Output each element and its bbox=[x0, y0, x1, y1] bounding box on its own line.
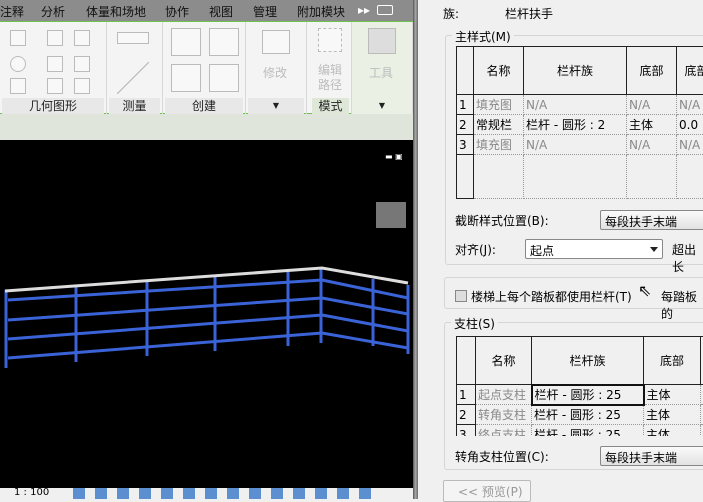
family-label: 族: bbox=[443, 5, 459, 22]
per-tread-label: 每踏板的 bbox=[661, 288, 703, 322]
corner-post-dropdown[interactable]: 每段扶手末端 bbox=[600, 446, 703, 466]
panel-measure: 测量 bbox=[107, 22, 163, 114]
table-row[interactable]: 3终点支柱栏杆 - 圆形 : 25主体 bbox=[457, 425, 703, 437]
tread-checkbox[interactable] bbox=[455, 290, 467, 302]
panel-dropdown-icon[interactable]: ▼ bbox=[248, 98, 304, 114]
modify-icon[interactable] bbox=[262, 30, 290, 54]
ribbon-tabs: 注释 分析 体量和场地 协作 视图 管理 附加模块 ▸▸ bbox=[0, 0, 413, 21]
measure-icon[interactable] bbox=[117, 32, 149, 44]
panel-dropdown-icon[interactable]: ▼ bbox=[354, 98, 410, 114]
demolish-icon[interactable] bbox=[74, 56, 90, 72]
remove-paint-icon[interactable] bbox=[47, 78, 63, 94]
aligned-dimension-icon[interactable] bbox=[117, 62, 149, 94]
view-control-icons[interactable] bbox=[73, 488, 373, 499]
minimize-ribbon-icon[interactable] bbox=[377, 5, 393, 15]
tab-massing[interactable]: 体量和场地 bbox=[86, 3, 146, 20]
edit-path-icon[interactable] bbox=[318, 28, 342, 52]
tools-icon[interactable] bbox=[368, 28, 396, 54]
panel-modify: 修改 ▼ bbox=[246, 22, 307, 114]
more-tabs-icon[interactable]: ▸▸ bbox=[358, 3, 370, 17]
break-position-label: 截断样式位置(B): bbox=[455, 212, 549, 229]
justify-label: 对齐(J): bbox=[455, 241, 496, 258]
tab-manage[interactable]: 管理 bbox=[253, 3, 277, 20]
posts-table[interactable]: 名称 栏杆族 底部 1起点支柱栏杆 - 圆形 : 25主体 2转角支柱栏杆 - … bbox=[456, 336, 703, 436]
chevron-down-icon bbox=[650, 247, 658, 252]
split-face-icon[interactable] bbox=[47, 56, 63, 72]
tab-collaborate[interactable]: 协作 bbox=[165, 3, 189, 20]
paint-icon[interactable] bbox=[10, 78, 26, 94]
view-control-bar: 1 : 100 bbox=[0, 488, 413, 499]
wall-join-icon[interactable] bbox=[74, 30, 90, 46]
panel-create: 创建 bbox=[163, 22, 246, 114]
col-base: 底部 bbox=[627, 47, 677, 95]
excess-length-label: 超出长 bbox=[672, 241, 703, 275]
join-icon[interactable] bbox=[10, 30, 26, 46]
edit-path-button[interactable]: 编辑路径 bbox=[318, 63, 344, 93]
cut-icon[interactable] bbox=[47, 30, 63, 46]
tools-button[interactable]: 工具 bbox=[369, 64, 393, 81]
col-base: 底部 bbox=[644, 337, 701, 385]
tab-addins[interactable]: 附加模块 bbox=[297, 3, 345, 20]
col-family: 栏杆族 bbox=[532, 337, 644, 385]
corner-post-label: 转角支柱位置(C): bbox=[455, 448, 549, 465]
posts-table-container: 名称 栏杆族 底部 1起点支柱栏杆 - 圆形 : 25主体 2转角支柱栏杆 - … bbox=[456, 336, 703, 436]
tread-checkbox-label: 楼梯上每个踏板都使用栏杆(T) bbox=[471, 288, 632, 305]
create-similar-icon[interactable] bbox=[209, 64, 239, 92]
break-position-dropdown[interactable]: 每段扶手末端 bbox=[600, 210, 703, 230]
hammer-icon[interactable] bbox=[74, 78, 90, 94]
ribbon-panels: 几何图形 测量 创建 修改 ▼ 编辑路径 模式 工具 ▼ bbox=[0, 21, 413, 114]
scale-value[interactable]: 1 : 100 bbox=[14, 488, 49, 498]
tab-annotate[interactable]: 注释 bbox=[0, 3, 24, 20]
table-row[interactable]: 2常规栏栏杆 - 圆形 : 2主体0.0 bbox=[457, 115, 703, 135]
justify-dropdown[interactable]: 起点 bbox=[525, 239, 663, 259]
panel-label: 测量 bbox=[109, 98, 160, 114]
panel-geometry: 几何图形 bbox=[0, 22, 107, 114]
shape-icon[interactable] bbox=[10, 56, 26, 72]
main-pattern-table[interactable]: 名称 栏杆族 底部 底部 1填充图N/AN/AN/A 2常规栏栏杆 - 圆形 :… bbox=[456, 46, 703, 199]
tab-analyze[interactable]: 分析 bbox=[41, 3, 65, 20]
panel-tools: 工具 ▼ bbox=[352, 22, 413, 114]
window-divider bbox=[413, 0, 418, 499]
table-row[interactable]: 1填充图N/AN/AN/A bbox=[457, 95, 703, 115]
panel-mode: 编辑路径 模式 bbox=[310, 22, 352, 114]
table-row[interactable]: 3填充图N/AN/AN/A bbox=[457, 135, 703, 155]
table-row[interactable]: 1起点支柱栏杆 - 圆形 : 25主体 bbox=[457, 385, 703, 405]
panel-label: 几何图形 bbox=[2, 98, 104, 114]
window-controls-icon[interactable]: ▬ ▣ bbox=[385, 152, 409, 160]
col-name: 名称 bbox=[474, 47, 524, 95]
col-base-offset: 底部 bbox=[677, 47, 703, 95]
3d-viewport[interactable]: ▬ ▣ bbox=[0, 140, 413, 488]
group-title: 支柱(S) bbox=[451, 315, 498, 332]
group-icon[interactable] bbox=[171, 64, 201, 92]
modify-button[interactable]: 修改 bbox=[263, 64, 287, 81]
options-bar bbox=[0, 114, 413, 140]
component-icon[interactable] bbox=[171, 28, 201, 56]
viewcube-icon[interactable] bbox=[376, 202, 406, 228]
tab-view[interactable]: 视图 bbox=[209, 3, 233, 20]
col-family: 栏杆族 bbox=[524, 47, 627, 95]
model-in-place-icon[interactable] bbox=[209, 28, 239, 56]
family-value: 栏杆扶手 bbox=[505, 5, 553, 22]
table-row[interactable]: 2转角支柱栏杆 - 圆形 : 25主体 bbox=[457, 405, 703, 425]
railing-model bbox=[0, 140, 413, 488]
panel-label: 创建 bbox=[165, 98, 243, 114]
col-name: 名称 bbox=[476, 337, 532, 385]
panel-label: 模式 bbox=[312, 98, 349, 114]
group-title: 主样式(M) bbox=[452, 28, 514, 45]
mouse-cursor-icon: ⇖ bbox=[638, 281, 651, 300]
